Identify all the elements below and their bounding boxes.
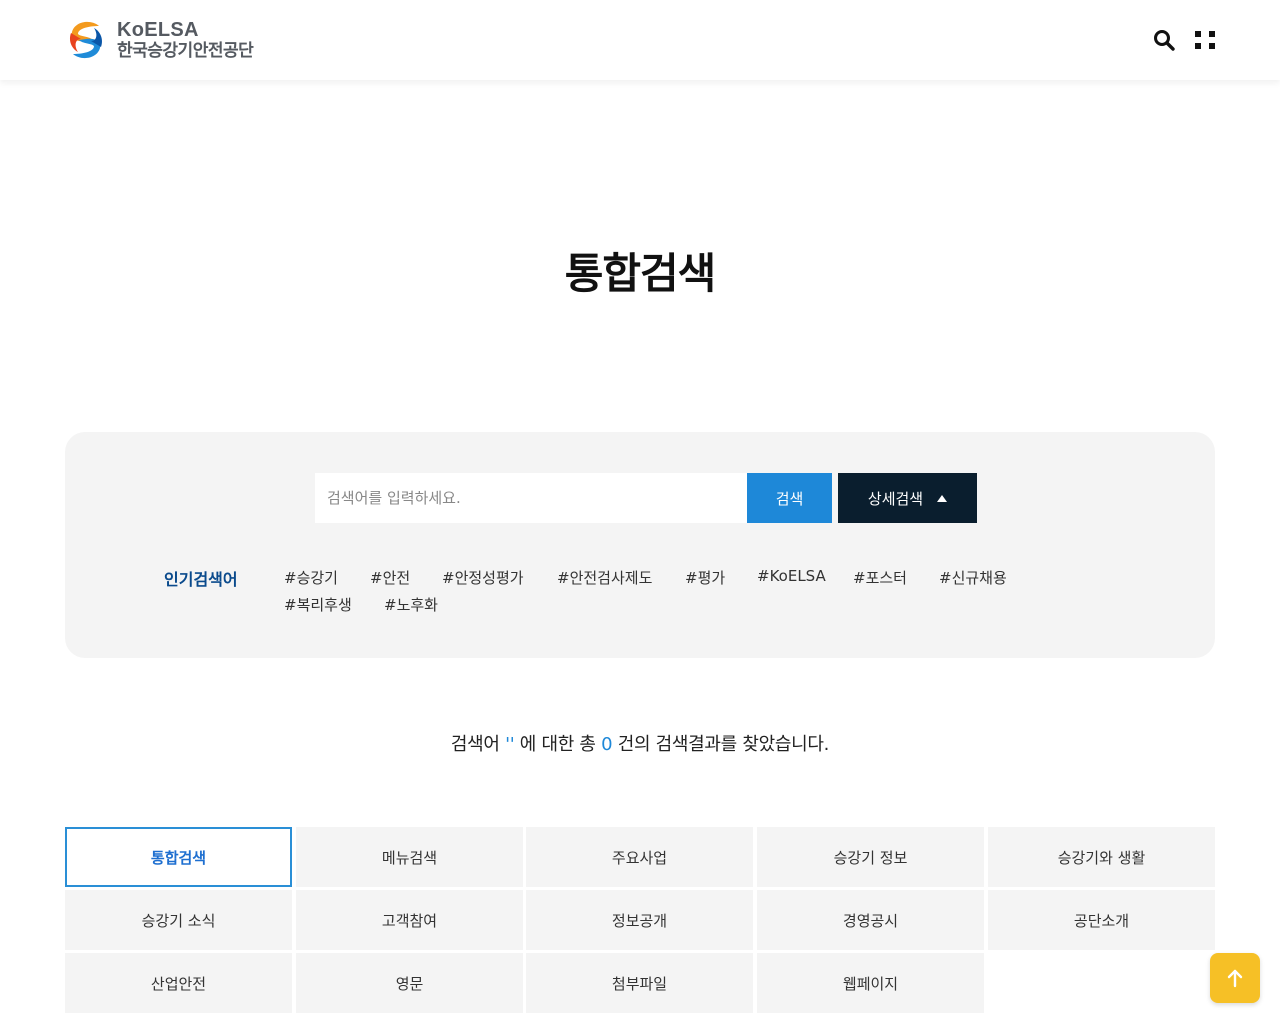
tab-management[interactable]: 경영공시 [757, 890, 984, 950]
search-button[interactable]: 검색 [747, 473, 832, 523]
tab-industrial-safety[interactable]: 산업안전 [65, 953, 292, 1013]
menu-dot [1209, 43, 1215, 49]
result-suffix: 건의 검색결과를 찾았습니다. [612, 734, 830, 755]
page-title: 통합검색 [564, 249, 717, 298]
triangle-up-icon [937, 494, 948, 502]
tab-webpages[interactable]: 웹페이지 [757, 953, 984, 1013]
back-to-top-button[interactable] [1210, 953, 1260, 1003]
tab-english[interactable]: 영문 [296, 953, 523, 1013]
result-prefix: 검색어 [450, 734, 506, 755]
logo-english-name: KoELSA [117, 19, 199, 41]
tab-attachments[interactable]: 첨부파일 [526, 953, 753, 1013]
menu-dot [1195, 31, 1201, 37]
arrow-up-icon [1227, 969, 1243, 988]
search-input[interactable] [315, 473, 747, 523]
popular-tag[interactable]: #안전검사제도 [557, 567, 652, 588]
site-header: KoELSA 한국승강기안전공단 [0, 0, 1280, 80]
tab-elevator-news[interactable]: 승강기 소식 [65, 890, 292, 950]
tab-elevator-info[interactable]: 승강기 정보 [757, 827, 984, 887]
site-logo[interactable]: KoELSA 한국승강기안전공단 [63, 16, 273, 64]
popular-tag[interactable]: #복리후생 [284, 594, 352, 615]
popular-keywords-label: 인기검색어 [164, 570, 238, 589]
tab-about[interactable]: 공단소개 [988, 890, 1215, 950]
menu-dot [1209, 31, 1215, 37]
search-icon[interactable] [1153, 29, 1175, 51]
tab-customer[interactable]: 고객참여 [296, 890, 523, 950]
popular-tag[interactable]: #평가 [685, 567, 725, 588]
tab-elevator-life[interactable]: 승강기와 생활 [988, 827, 1215, 887]
popular-tag[interactable]: #노후화 [384, 594, 438, 615]
koelsa-logo-icon [64, 18, 108, 62]
grid-menu-icon[interactable] [1195, 30, 1215, 50]
advanced-search-button[interactable]: 상세검색 [838, 473, 977, 523]
popular-tag[interactable]: #안정성평가 [442, 567, 524, 588]
popular-tag[interactable]: #포스터 [853, 567, 907, 588]
popular-tag[interactable]: #안전 [370, 567, 410, 588]
result-middle: 에 대한 총 [514, 734, 602, 755]
result-count: 0 [601, 734, 613, 755]
tab-menu-search[interactable]: 메뉴검색 [296, 827, 523, 887]
tab-main-business[interactable]: 주요사업 [526, 827, 753, 887]
popular-tag[interactable]: #신규채용 [939, 567, 1007, 588]
tab-integrated-search[interactable]: 통합검색 [65, 827, 292, 887]
advanced-search-label: 상세검색 [867, 489, 924, 508]
tab-disclosure[interactable]: 정보공개 [526, 890, 753, 950]
search-result-summary: 검색어 '' 에 대한 총 0 건의 검색결과를 찾았습니다. [0, 730, 1280, 756]
logo-korean-name: 한국승강기안전공단 [117, 41, 254, 61]
search-panel: 검색 상세검색 인기검색어 #승강기 #안전 #안정성평가 #안전검사제도 #평… [65, 432, 1215, 658]
popular-tag[interactable]: #KoELSA [757, 567, 826, 585]
result-keyword: '' [505, 734, 515, 755]
popular-tag[interactable]: #승강기 [284, 567, 338, 588]
menu-dot [1195, 43, 1201, 49]
